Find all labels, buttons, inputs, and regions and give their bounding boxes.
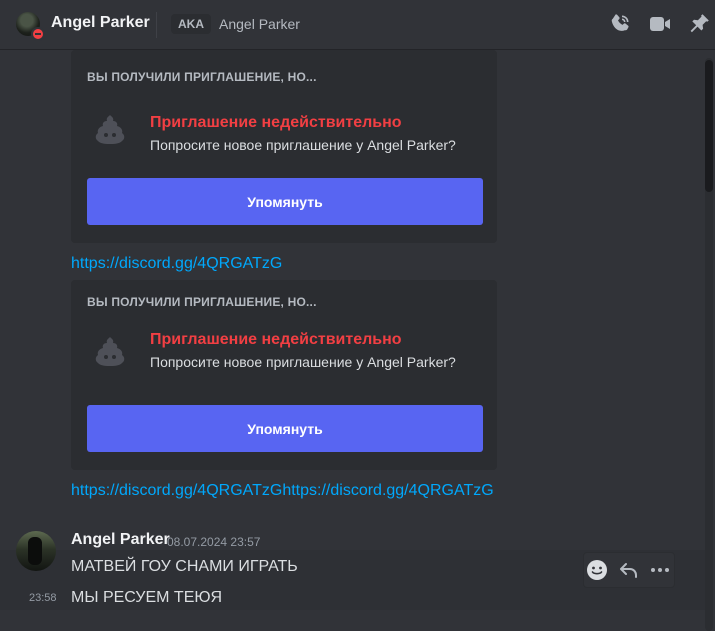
mention-button[interactable]: Упомянуть xyxy=(87,178,483,225)
mention-button[interactable]: Упомянуть xyxy=(87,405,483,452)
header-divider xyxy=(156,12,157,38)
aka-name: Angel Parker xyxy=(219,16,300,32)
invalid-invite-icon xyxy=(95,115,125,144)
message-text: МАТВЕЙ ГОУ СНАМИ ИГРАТЬ xyxy=(71,558,298,575)
invite-title: ВЫ ПОЛУЧИЛИ ПРИГЛАШЕНИЕ, НО... xyxy=(87,70,317,84)
invite-card: ВЫ ПОЛУЧИЛИ ПРИГЛАШЕНИЕ, НО... Приглашен… xyxy=(71,50,497,243)
invite-card: ВЫ ПОЛУЧИЛИ ПРИГЛАШЕНИЕ, НО... Приглашен… xyxy=(71,280,497,470)
invite-heading: Приглашение недействительно xyxy=(150,331,402,348)
message-time-short: 23:58 xyxy=(29,592,57,604)
aka-badge[interactable]: AKA xyxy=(171,14,211,34)
dm-header: Angel Parker AKA Angel Parker xyxy=(0,0,715,50)
invite-heading: Приглашение недействительно xyxy=(150,114,402,131)
invite-title: ВЫ ПОЛУЧИЛИ ПРИГЛАШЕНИЕ, НО... xyxy=(87,295,317,309)
invite-subtitle: Попросите новое приглашение у Angel Park… xyxy=(150,354,456,370)
pin-icon[interactable] xyxy=(687,12,711,36)
invite-link[interactable]: https://discord.gg/4QRGATzG xyxy=(71,255,282,273)
reply-icon[interactable] xyxy=(617,558,641,582)
message-text: МЫ РЕСУЕМ ТЕЮЯ xyxy=(71,589,223,606)
voice-call-icon[interactable] xyxy=(608,12,632,36)
invalid-invite-icon xyxy=(95,337,125,366)
invite-subtitle: Попросите новое приглашение у Angel Park… xyxy=(150,137,456,153)
video-call-icon[interactable] xyxy=(648,12,672,36)
dnd-status-icon xyxy=(31,27,45,41)
invite-link[interactable]: https://discord.gg/4QRGATzGhttps://disco… xyxy=(71,482,494,500)
message-toolbar xyxy=(583,552,675,588)
message-timestamp: 08.07.2024 23:57 xyxy=(167,535,261,549)
message-avatar[interactable] xyxy=(16,531,56,571)
more-icon[interactable] xyxy=(648,558,672,582)
message-author[interactable]: Angel Parker xyxy=(71,531,170,549)
header-username[interactable]: Angel Parker xyxy=(51,14,150,32)
scrollbar-thumb[interactable] xyxy=(705,60,713,192)
add-reaction-icon[interactable] xyxy=(585,558,609,582)
